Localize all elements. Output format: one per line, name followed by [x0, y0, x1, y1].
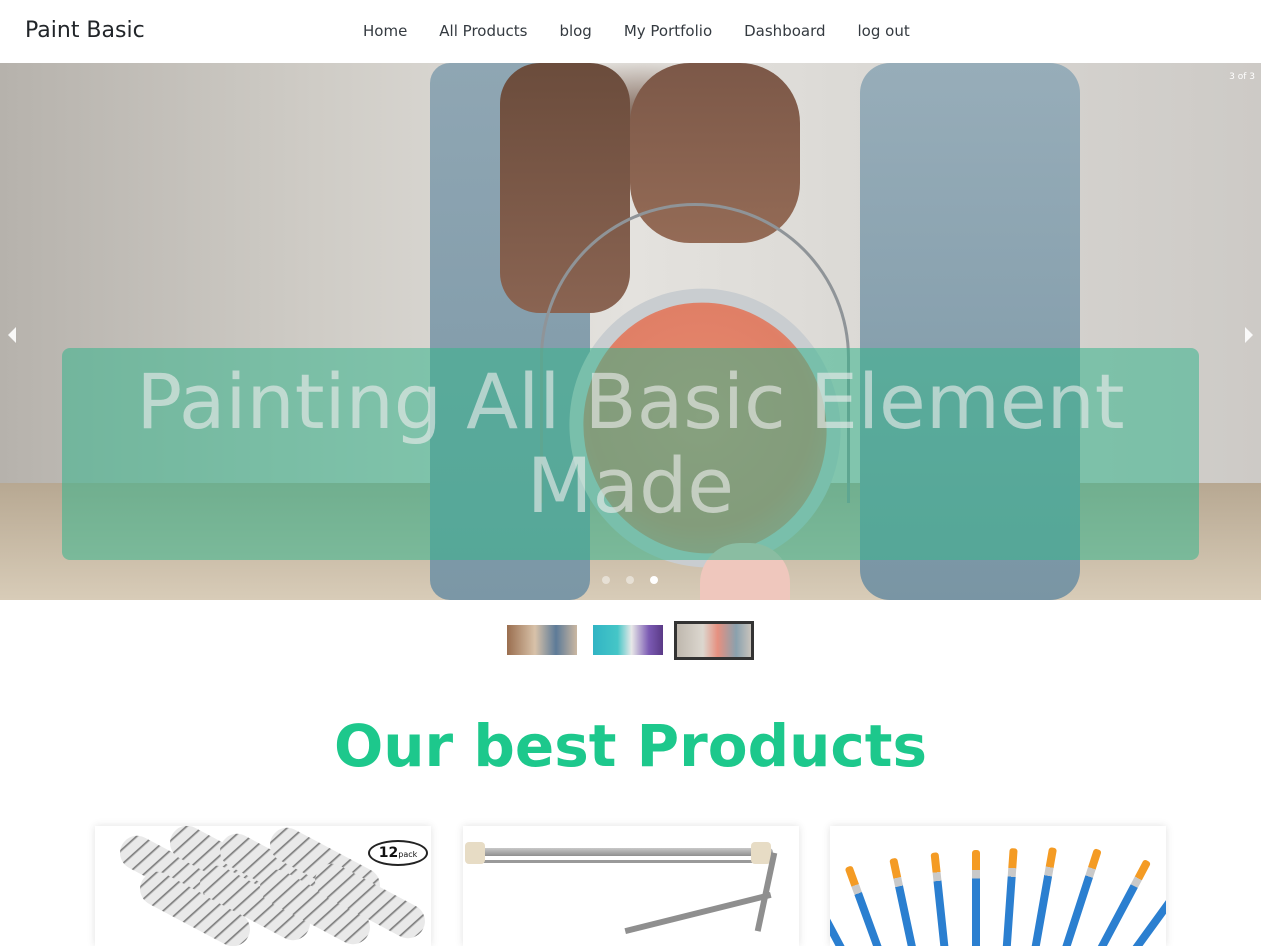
carousel-indicator-2[interactable]: [626, 576, 634, 584]
roller-frame-handle: [624, 891, 772, 935]
thumbnail-paint-can[interactable]: [674, 621, 754, 660]
brush-image: [930, 852, 950, 946]
thumbnail-painters[interactable]: [507, 625, 577, 655]
hero-carousel[interactable]: 3 of 3 Painting All Basic Element Made: [0, 63, 1261, 600]
slide-counter: 3 of 3: [1229, 72, 1255, 82]
navbar: Paint Basic Home All Products blog My Po…: [0, 0, 1261, 63]
product-card-rollers[interactable]: 12pack: [95, 826, 431, 946]
carousel-indicators: [602, 576, 658, 584]
nav-link-all-products[interactable]: All Products: [439, 22, 527, 40]
section-title: Our best Products: [333, 712, 928, 780]
thumbnail-strip: [507, 621, 757, 661]
roller-frame-cap: [751, 842, 771, 864]
triangle-right-icon[interactable]: [1245, 327, 1253, 343]
brush-image: [1060, 848, 1102, 946]
product-card-roller-frame[interactable]: [463, 826, 799, 946]
product-card-brushes[interactable]: [830, 826, 1166, 946]
thumbnail-paint-brush-swatches[interactable]: [593, 625, 663, 655]
brush-image: [889, 857, 920, 946]
brush-image: [1030, 846, 1058, 946]
pack-badge: 12pack: [368, 840, 428, 866]
hero-caption: Painting All Basic Element Made: [136, 357, 1125, 530]
nav-link-dashboard[interactable]: Dashboard: [744, 22, 825, 40]
roller-frame-cap: [465, 842, 485, 864]
pack-badge-text: pack: [398, 850, 418, 859]
main-nav: Home All Products blog My Portfolio Dash…: [363, 22, 942, 40]
brush-image: [844, 865, 890, 946]
carousel-indicator-1[interactable]: [602, 576, 610, 584]
carousel-indicator-3[interactable]: [650, 576, 658, 584]
roller-frame-wire: [473, 860, 773, 863]
brush-image: [1122, 870, 1166, 946]
nav-link-log-out[interactable]: log out: [858, 22, 910, 40]
brush-image: [1002, 847, 1018, 946]
brand-logo[interactable]: Paint Basic: [25, 18, 145, 43]
roller-frame-bar: [473, 848, 773, 856]
brush-image: [972, 850, 980, 946]
nav-link-blog[interactable]: blog: [559, 22, 591, 40]
nav-link-home[interactable]: Home: [363, 22, 407, 40]
nav-link-my-portfolio[interactable]: My Portfolio: [624, 22, 712, 40]
pack-badge-number: 12: [378, 845, 399, 861]
triangle-left-icon[interactable]: [8, 327, 16, 343]
